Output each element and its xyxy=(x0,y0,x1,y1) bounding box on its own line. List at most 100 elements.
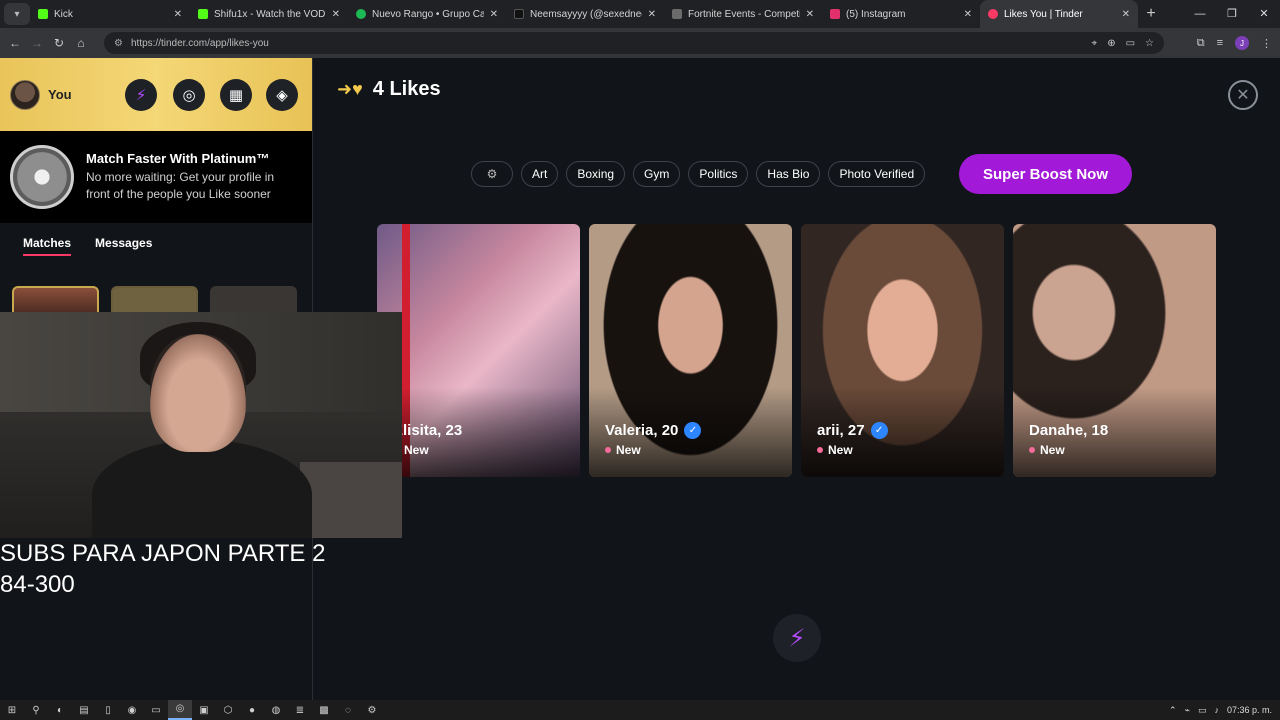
explore-compass-icon[interactable]: ◎ xyxy=(173,79,205,111)
back-icon[interactable]: ← xyxy=(4,36,26,50)
platinum-promo[interactable]: Match Faster With Platinum™ No more wait… xyxy=(0,131,312,223)
filter-chip[interactable]: Has Bio xyxy=(756,161,821,187)
filter-chip[interactable]: Art xyxy=(521,161,559,187)
close-button[interactable]: ✕ xyxy=(1228,80,1258,110)
browser-tab[interactable]: Shifu1x - Watch the VOD on Ki ✕ xyxy=(190,0,348,28)
restore-icon[interactable]: ❐ xyxy=(1216,0,1248,28)
app-icon[interactable]: ▩ xyxy=(312,705,336,716)
windows-start-icon[interactable]: ⊞ xyxy=(0,705,24,716)
search-icon[interactable]: ⚲ xyxy=(24,705,48,716)
boost-bolt-button[interactable]: ⚡ xyxy=(773,614,821,662)
filter-chip[interactable]: Photo Verified xyxy=(828,161,926,187)
promo-title: Match Faster With Platinum™ xyxy=(86,151,270,166)
obs-icon[interactable]: ◌ xyxy=(336,705,360,716)
close-tab-icon[interactable]: ✕ xyxy=(806,9,814,20)
fortnite-icon xyxy=(672,9,682,19)
app-icon[interactable]: ◉ xyxy=(120,705,144,716)
match-thumbnail[interactable] xyxy=(210,286,297,314)
new-tab-button[interactable]: + xyxy=(1138,5,1164,23)
kick-icon xyxy=(38,9,48,19)
heart-hand-icon: ➜♥ xyxy=(337,79,363,99)
tab-search-button[interactable]: ▾ xyxy=(4,3,30,25)
filter-chip[interactable]: Boxing xyxy=(566,161,626,187)
super-boost-button[interactable]: Super Boost Now xyxy=(959,154,1132,194)
like-card[interactable]: arii, 27 ✓ New xyxy=(801,224,1004,477)
browser-tab[interactable]: Kick ✕ xyxy=(30,0,190,28)
briefcase-icon[interactable]: ▦ xyxy=(220,79,252,111)
close-tab-icon[interactable]: ✕ xyxy=(174,9,182,20)
taskbar: ⊞ ⚲ ◐ ▤ ▯ ◉ ▭ ◎ ▣ ⬡ ● ◍ ≣ ▩ ◌ ⚙ ⌃ ⌁ ▭ ♪ … xyxy=(0,700,1280,720)
new-badge: New xyxy=(817,443,853,457)
card-name: Valeria, 20 xyxy=(605,422,679,439)
boost-bolt-icon[interactable]: ⚡ xyxy=(125,79,157,111)
close-tab-icon[interactable]: ✕ xyxy=(332,9,340,20)
toolbar-right: ⧉ ≡ J ⋮ xyxy=(1197,28,1272,58)
close-tab-icon[interactable]: ✕ xyxy=(964,9,972,20)
new-badge: New xyxy=(1029,443,1065,457)
folder-icon[interactable]: ▭ xyxy=(144,705,168,716)
filter-chip[interactable]: Gym xyxy=(633,161,681,187)
match-thumbnail[interactable] xyxy=(12,286,99,314)
site-info-icon[interactable]: ⚙ xyxy=(114,38,123,49)
avatar[interactable] xyxy=(10,79,40,110)
clock[interactable]: 07:36 p. m. xyxy=(1227,705,1272,715)
app-icon[interactable]: ≣ xyxy=(288,705,312,716)
card-name: Elisita, 23 xyxy=(393,422,463,439)
overlay-line: SUBS PARA JAPON PARTE 2 xyxy=(0,540,326,567)
minimize-icon[interactable]: — xyxy=(1184,0,1216,28)
close-tab-icon[interactable]: ✕ xyxy=(1122,9,1130,20)
address-bar[interactable]: ⚙ https://tinder.com/app/likes-you ⌖ ⊕ ▭… xyxy=(104,32,1164,54)
menu-kebab-icon[interactable]: ⋮ xyxy=(1261,37,1272,50)
tab-matches[interactable]: Matches xyxy=(23,236,72,256)
file-icon[interactable]: ▯ xyxy=(96,705,120,716)
kick-icon xyxy=(198,9,208,19)
zoom-icon[interactable]: ⊕ xyxy=(1107,38,1115,49)
filter-chip[interactable]: Politics xyxy=(688,161,749,187)
app-icon[interactable]: ▣ xyxy=(192,705,216,716)
location-icon[interactable]: ⌖ xyxy=(1092,38,1098,49)
steam-icon[interactable]: ◐ xyxy=(48,705,72,716)
browser-tab[interactable]: (5) Instagram ✕ xyxy=(822,0,980,28)
home-icon[interactable]: ⌂ xyxy=(70,36,92,50)
close-window-icon[interactable]: ✕ xyxy=(1248,0,1280,28)
browser-tab[interactable]: Nuevo Rango • Grupo Carti ✕ xyxy=(348,0,506,28)
tray-chevron-icon[interactable]: ⌃ xyxy=(1169,705,1177,716)
close-tab-icon[interactable]: ✕ xyxy=(490,9,498,20)
filter-settings-icon[interactable]: ⚙ xyxy=(471,161,513,187)
app-icon[interactable]: ⬡ xyxy=(216,705,240,716)
close-tab-icon[interactable]: ✕ xyxy=(648,9,656,20)
url-text: https://tinder.com/app/likes-you xyxy=(130,37,269,49)
platinum-ring-icon xyxy=(10,145,74,209)
cast-icon[interactable]: ▭ xyxy=(1126,38,1135,49)
filter-bar: ⚙ Art Boxing Gym Politics Has Bio Photo … xyxy=(471,161,926,187)
verified-check-icon: ✓ xyxy=(684,422,702,439)
extensions-icon[interactable]: ⧉ xyxy=(1197,37,1205,50)
app-icon[interactable]: ● xyxy=(240,705,264,716)
media-controls-icon[interactable]: ≡ xyxy=(1217,37,1223,49)
reload-icon[interactable]: ↻ xyxy=(48,36,70,50)
browser-tab[interactable]: Fortnite Events - Competitive ✕ xyxy=(664,0,822,28)
tab-messages[interactable]: Messages xyxy=(95,236,152,250)
settings-icon[interactable]: ⚙ xyxy=(360,705,384,716)
profile-avatar[interactable]: J xyxy=(1235,36,1249,50)
like-card[interactable]: Danahe, 18 New xyxy=(1013,224,1216,477)
monitor-icon[interactable]: ▭ xyxy=(1198,705,1207,716)
chrome-icon[interactable]: ◎ xyxy=(168,700,192,720)
volume-icon[interactable]: ♪ xyxy=(1214,705,1219,715)
like-card[interactable]: Valeria, 20 ✓ New xyxy=(589,224,792,477)
browser-tab-active[interactable]: Likes You | Tinder ✕ xyxy=(980,0,1138,28)
app-icon[interactable]: ▤ xyxy=(72,705,96,716)
safety-shield-icon[interactable]: ◈ xyxy=(266,79,298,111)
match-thumbnail[interactable] xyxy=(111,286,198,314)
user-name[interactable]: You xyxy=(48,87,72,102)
browser-tab-strip: ▾ Kick ✕ Shifu1x - Watch the VOD on Ki ✕… xyxy=(0,0,1280,28)
bookmark-star-icon[interactable]: ☆ xyxy=(1145,38,1154,49)
like-card[interactable]: Elisita, 23 New xyxy=(377,224,580,477)
forward-icon[interactable]: → xyxy=(26,36,48,50)
tinder-icon xyxy=(988,9,998,19)
browser-tab[interactable]: Neemsayyyy (@sexedneemsay ✕ xyxy=(506,0,664,28)
network-icon[interactable]: ⌁ xyxy=(1185,705,1190,716)
stream-overlay-text: SUBS PARA JAPON PARTE 2 84-300 xyxy=(0,538,325,600)
card-name: arii, 27 xyxy=(817,422,865,439)
app-icon[interactable]: ◍ xyxy=(264,705,288,716)
